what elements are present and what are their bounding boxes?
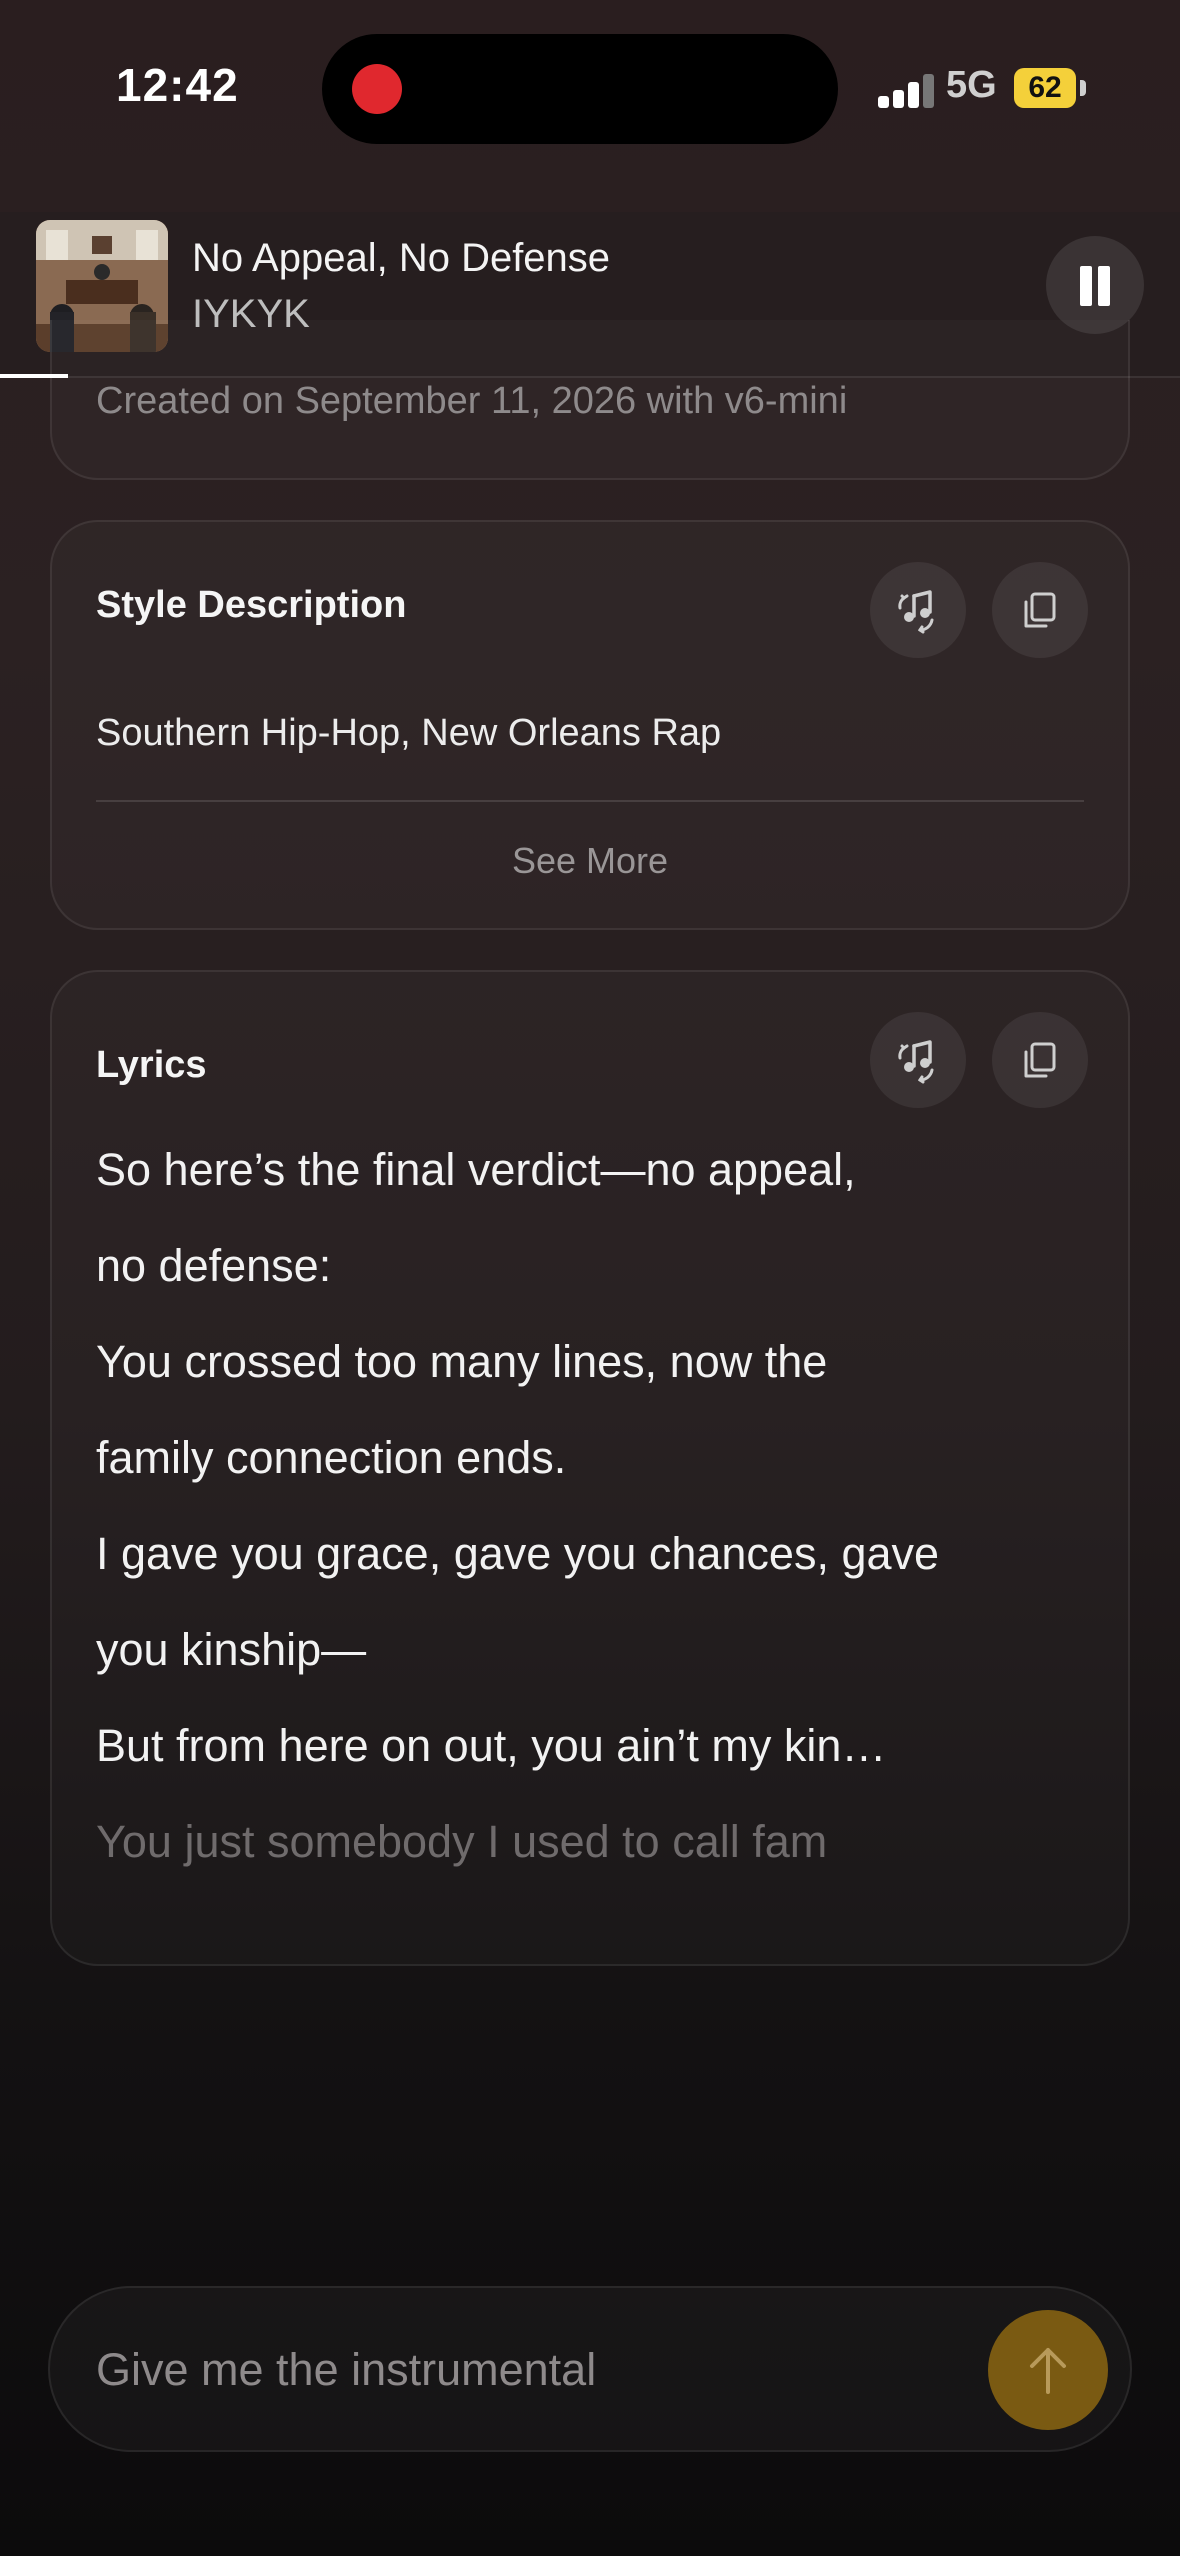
style-description-card: Style Description Southern Hip-Hop, New …: [50, 520, 1130, 930]
see-more-button[interactable]: See More: [52, 840, 1128, 882]
battery-icon: 62: [1014, 68, 1076, 108]
recording-indicator-icon: [352, 64, 402, 114]
lyric-line: But from here on out, you ain’t my kin…: [96, 1720, 887, 1771]
style-remix-button[interactable]: [870, 562, 966, 658]
lyrics-text: So here’s the final verdict—no appeal, n…: [96, 1122, 1096, 1890]
music-note-arrows-icon: [898, 1040, 934, 1084]
lyric-line: You crossed too many lines, now the: [96, 1336, 828, 1387]
lyrics-title: Lyrics: [96, 1044, 207, 1086]
pause-icon: [1080, 266, 1092, 306]
lyric-line: I gave you grace, gave you chances, gave: [96, 1528, 940, 1579]
lyric-line: So here’s the final verdict—no appeal,: [96, 1144, 856, 1195]
lyric-line: no defense:: [96, 1240, 332, 1291]
lyrics-remix-button[interactable]: [870, 1012, 966, 1108]
style-title: Style Description: [96, 584, 407, 626]
send-button[interactable]: [988, 2310, 1108, 2430]
song-info-card: Created on September 11, 2026 with v6-mi…: [50, 320, 1130, 480]
prompt-input-bar[interactable]: Give me the instrumental: [48, 2286, 1132, 2452]
status-bar: 12:42 5G 62: [0, 0, 1180, 180]
style-text: Southern Hip-Hop, New Orleans Rap: [96, 712, 722, 754]
lyric-line-faded: You just somebody I used to call fam: [96, 1816, 828, 1867]
lyric-line: you kinship—: [96, 1624, 367, 1675]
arrow-up-icon: [1030, 2348, 1066, 2394]
lyric-line: family connection ends.: [96, 1432, 567, 1483]
prompt-input[interactable]: Give me the instrumental: [96, 2344, 596, 2396]
lyrics-copy-button[interactable]: [992, 1012, 1088, 1108]
cellular-signal-icon: [878, 72, 934, 108]
dynamic-island: [322, 34, 838, 144]
battery-cap: [1080, 80, 1086, 96]
track-title[interactable]: No Appeal, No Defense: [192, 236, 610, 281]
music-note-arrows-icon: [898, 590, 934, 634]
created-date: Created on September 11, 2026 with v6-mi…: [96, 380, 848, 422]
lyrics-card: Lyrics So here’s the final verdict—no ap…: [50, 970, 1130, 1966]
copy-icon: [1024, 592, 1056, 628]
divider: [96, 800, 1084, 802]
copy-icon: [1024, 1042, 1056, 1078]
network-type: 5G: [946, 64, 997, 106]
pause-icon-bar: [1098, 266, 1110, 306]
status-time: 12:42: [116, 59, 239, 111]
style-copy-button[interactable]: [992, 562, 1088, 658]
